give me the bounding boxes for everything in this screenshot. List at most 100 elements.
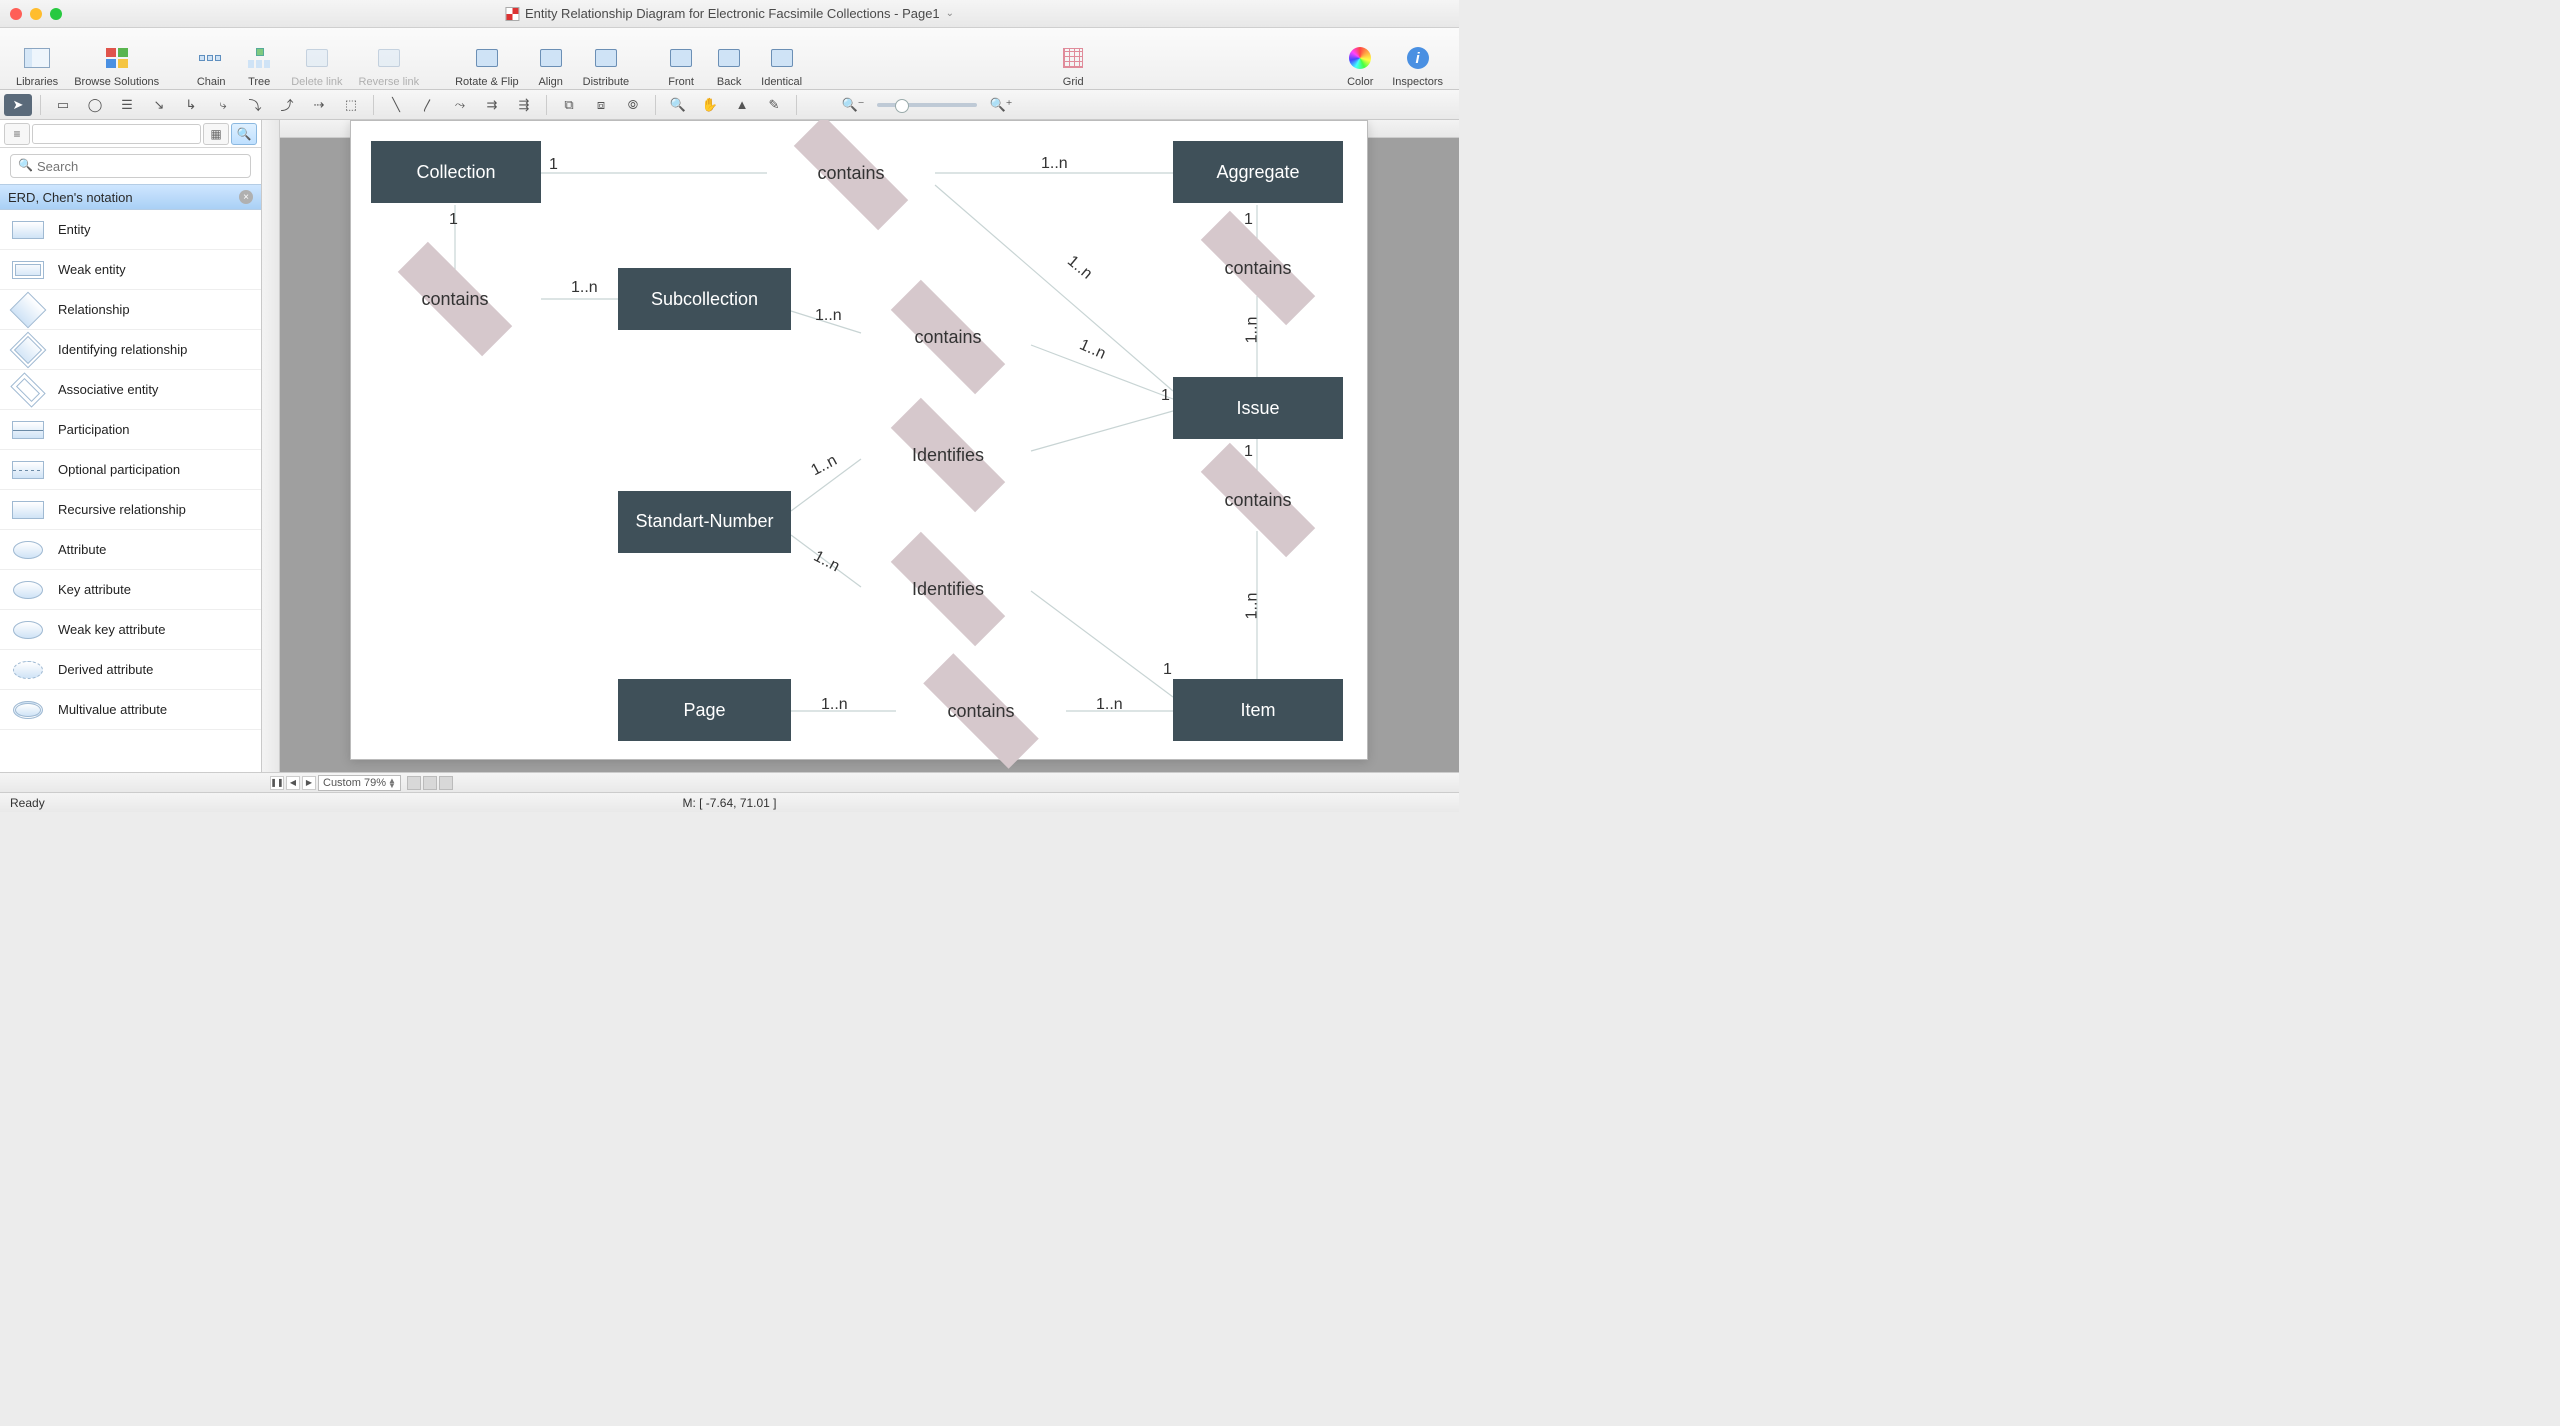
tree-button[interactable]: Tree [235,32,283,88]
line-tool-5[interactable]: ⇶ [510,94,538,116]
lib-item-key-attribute[interactable]: Key attribute [0,570,261,610]
back-button[interactable]: Back [705,32,753,88]
pause-icon[interactable]: ❚❚ [270,776,284,790]
rotate-flip-label: Rotate & Flip [455,76,519,88]
color-button[interactable]: Color [1336,32,1384,88]
zoom-out-button[interactable]: 🔍⁻ [839,94,867,116]
sidebar-view-toggle-1[interactable]: ≡ [4,123,30,145]
library-close-icon[interactable]: × [239,190,253,204]
zoom-in-button[interactable]: 🔍⁺ [987,94,1015,116]
next-page-button[interactable]: ▶ [302,776,316,790]
inspectors-icon: i [1407,47,1429,69]
ellipse-tool[interactable]: ◯ [81,94,109,116]
lib-item-label: Associative entity [58,382,158,397]
rotate-flip-button[interactable]: Rotate & Flip [447,32,527,88]
connector-3[interactable]: ⤷ [209,94,237,116]
line-tool-2[interactable]: 〳 [414,94,442,116]
lib-item-derived-attribute[interactable]: Derived attribute [0,650,261,690]
lib-item-weak-key-attribute[interactable]: Weak key attribute [0,610,261,650]
insert-tool[interactable]: ⬚ [337,94,365,116]
rel-identifies-top[interactable]: Identifies [864,425,1032,485]
page-tab-3[interactable] [439,776,453,790]
prev-page-button[interactable]: ◀ [286,776,300,790]
lib-item-attribute[interactable]: Attribute [0,530,261,570]
entity-item[interactable]: Item [1173,679,1343,741]
rel-contains-right-bottom[interactable]: contains [1173,471,1343,529]
pointer-tool[interactable]: ➤ [4,94,32,116]
line-tool-4[interactable]: ⇉ [478,94,506,116]
search-input[interactable] [10,154,251,178]
align-button[interactable]: Align [527,32,575,88]
browse-solutions-button[interactable]: Browse Solutions [66,32,167,88]
lib-item-identifying-relationship[interactable]: Identifying relationship [0,330,261,370]
window-close-button[interactable] [10,8,22,20]
lib-item-label: Key attribute [58,582,131,597]
entity-collection[interactable]: Collection [371,141,541,203]
rect-tool[interactable]: ▭ [49,94,77,116]
lib-item-multivalue-attribute[interactable]: Multivalue attribute [0,690,261,730]
entity-aggregate[interactable]: Aggregate [1173,141,1343,203]
rel-contains-top[interactable]: contains [767,143,935,203]
group-tool-3[interactable]: ⦾ [619,94,647,116]
text-tool[interactable]: ☰ [113,94,141,116]
libraries-button[interactable]: Libraries [8,32,66,88]
lib-item-associative-entity[interactable]: Associative entity [0,370,261,410]
line-tool-1[interactable]: ╲ [382,94,410,116]
page-tab-2[interactable] [423,776,437,790]
rel-contains-mid[interactable]: contains [864,307,1032,367]
rel-contains-left[interactable]: contains [371,269,539,329]
lib-item-optional-participation[interactable]: Optional participation [0,450,261,490]
line-tool-3[interactable]: ⤳ [446,94,474,116]
lib-item-weak-entity[interactable]: Weak entity [0,250,261,290]
inspectors-button[interactable]: i Inspectors [1384,32,1451,88]
window-minimize-button[interactable] [30,8,42,20]
reverse-link-button: Reverse link [351,32,428,88]
window-zoom-button[interactable] [50,8,62,20]
rel-contains-bottom[interactable]: contains [896,681,1066,741]
reverse-link-icon [378,49,400,67]
sidebar-filter-field[interactable] [32,124,201,144]
lib-item-entity[interactable]: Entity [0,210,261,250]
entity-subcollection[interactable]: Subcollection [618,268,791,330]
lib-item-relationship[interactable]: Relationship [0,290,261,330]
connector-5[interactable]: ⤴ [273,94,301,116]
entity-standart-number[interactable]: Standart-Number [618,491,791,553]
stamp-tool[interactable]: ▲ [728,94,756,116]
status-mouse-coords: M: [ -7.64, 71.01 ] [682,796,776,810]
diagram-page[interactable]: Collection Aggregate Subcollection Issue… [350,120,1368,760]
entity-issue[interactable]: Issue [1173,377,1343,439]
rel-contains-right-top[interactable]: contains [1173,239,1343,297]
status-bar: Ready M: [ -7.64, 71.01 ] [0,792,1459,812]
back-icon [718,49,740,67]
connector-2[interactable]: ↳ [177,94,205,116]
grid-button[interactable]: Grid [1049,32,1097,88]
title-dropdown-icon[interactable]: ⌄ [946,8,954,19]
participation-thumb-icon [12,421,44,439]
chain-button[interactable]: Chain [187,32,235,88]
hand-tool[interactable]: ✋ [696,94,724,116]
group-tool-2[interactable]: ⧈ [587,94,615,116]
connector-4[interactable]: ⤵ [241,94,269,116]
page-tab-1[interactable] [407,776,421,790]
library-header[interactable]: ERD, Chen's notation × [0,184,261,210]
front-button[interactable]: Front [657,32,705,88]
zoom-tool[interactable]: 🔍 [664,94,692,116]
zoom-select[interactable]: Custom 79% ▲▼ [318,775,401,791]
rel-identifies-bottom[interactable]: Identifies [864,559,1032,619]
connector-6[interactable]: ⇢ [305,94,333,116]
sidebar-search-toggle[interactable]: 🔍 [231,123,257,145]
group-tool-1[interactable]: ⧉ [555,94,583,116]
canvas-area[interactable]: Collection Aggregate Subcollection Issue… [262,120,1459,772]
zoom-slider[interactable] [877,103,977,107]
sidebar-grid-view[interactable]: ▦ [203,123,229,145]
identical-button[interactable]: Identical [753,32,810,88]
eyedrop-tool[interactable]: ✎ [760,94,788,116]
connector-1[interactable]: ↘ [145,94,173,116]
distribute-button[interactable]: Distribute [575,32,637,88]
browse-solutions-label: Browse Solutions [74,76,159,88]
distribute-icon [595,49,617,67]
cardinality: 1 [1163,661,1172,679]
lib-item-recursive-relationship[interactable]: Recursive relationship [0,490,261,530]
entity-page[interactable]: Page [618,679,791,741]
lib-item-participation[interactable]: Participation [0,410,261,450]
